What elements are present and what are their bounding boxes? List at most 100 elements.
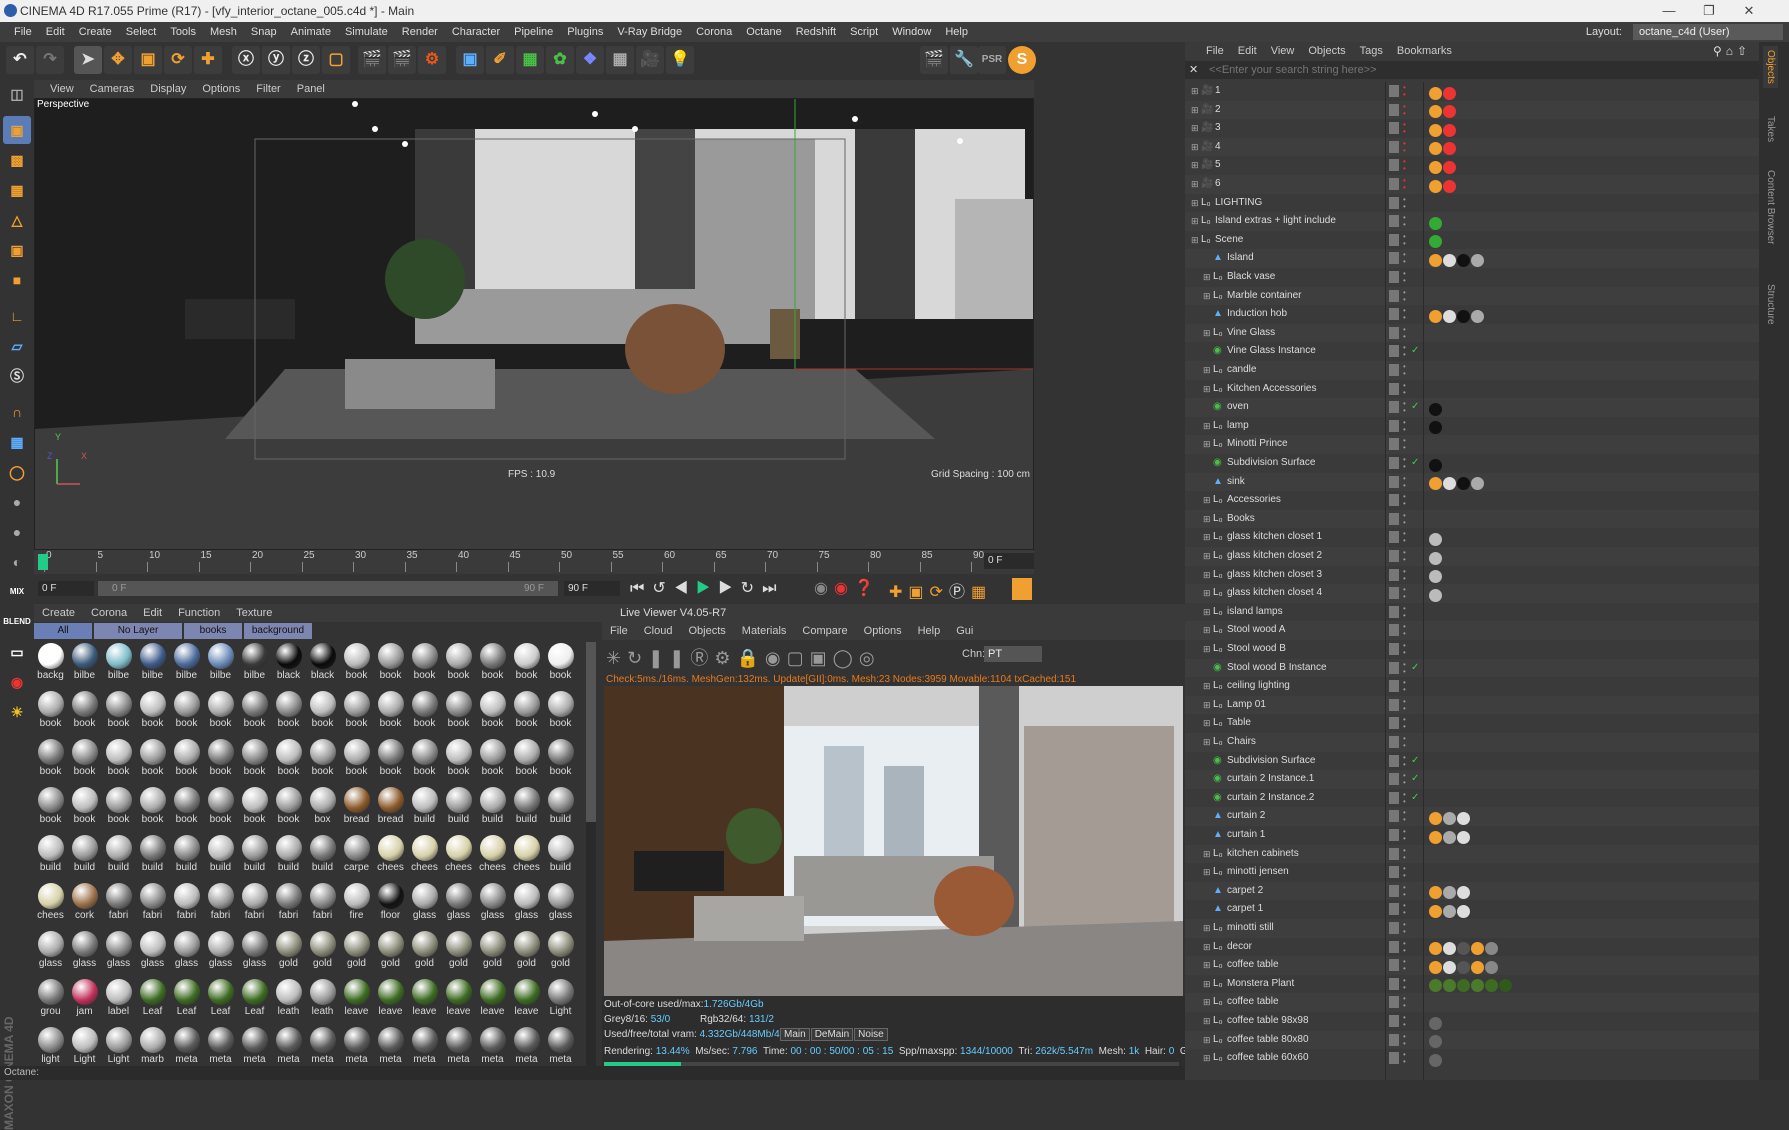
material-swatch[interactable]: bilbe: [104, 642, 133, 686]
visibility-toggle-icon[interactable]: [1389, 140, 1399, 153]
lv-send-scene-icon[interactable]: ✳: [606, 648, 627, 668]
key-param-icon[interactable]: Ⓟ: [949, 584, 971, 601]
search-close-icon[interactable]: ✕: [1189, 61, 1198, 79]
render-dots-icon[interactable]: • •: [1403, 716, 1406, 731]
visibility-toggle-icon[interactable]: [1389, 419, 1399, 432]
material-swatch[interactable]: book: [478, 738, 507, 782]
material-swatch[interactable]: leave: [478, 978, 507, 1022]
expand-toggle-icon[interactable]: ⊞: [1203, 380, 1211, 399]
visibility-toggle-icon[interactable]: [1389, 996, 1399, 1009]
object-row[interactable]: ⊞ L₀ LIGHTING • •: [1185, 194, 1759, 213]
visibility-toggle-icon[interactable]: [1389, 345, 1399, 358]
material-swatch[interactable]: box: [308, 786, 337, 830]
material-swatch[interactable]: fabri: [308, 882, 337, 926]
material-swatch[interactable]: book: [138, 690, 167, 734]
menu-item[interactable]: Animate: [284, 22, 338, 42]
pen-spline-icon[interactable]: ✐: [486, 46, 514, 74]
menu-item[interactable]: Script: [843, 22, 885, 42]
lv-clay-icon[interactable]: ▢: [787, 648, 810, 668]
material-swatch[interactable]: gold: [342, 930, 371, 974]
object-row[interactable]: ◉ curtain 2 Instance.2 • • ✓: [1185, 789, 1759, 808]
material-swatch[interactable]: jam: [70, 978, 99, 1022]
menu-item[interactable]: Redshift: [789, 22, 843, 42]
material-swatch[interactable]: book: [444, 690, 473, 734]
object-row[interactable]: ⊞ 🎥 6 • •: [1185, 175, 1759, 194]
render-dots-icon[interactable]: • •: [1403, 232, 1406, 247]
object-row[interactable]: ⊞ 🎥 4 • •: [1185, 137, 1759, 157]
render-dots-icon[interactable]: • •: [1403, 1032, 1406, 1047]
up-arrow-icon[interactable]: ⇧: [1737, 44, 1751, 58]
home-icon[interactable]: ⌂: [1726, 44, 1737, 58]
visibility-toggle-icon[interactable]: [1389, 457, 1399, 469]
material-swatch[interactable]: glass: [172, 930, 201, 974]
expand-toggle-icon[interactable]: ⊞: [1203, 1012, 1211, 1031]
object-menu-item[interactable]: File: [1199, 45, 1231, 57]
material-tag-icon[interactable]: [1443, 979, 1456, 993]
key-rotation-icon[interactable]: ⟳: [930, 584, 949, 601]
material-swatch[interactable]: leave: [376, 978, 405, 1022]
material-tag-icon[interactable]: [1429, 551, 1442, 565]
render-dots-icon[interactable]: • •: [1403, 753, 1406, 768]
rotate-tool-icon[interactable]: ⟳: [164, 46, 192, 74]
object-row[interactable]: ▲ carpet 1 • •: [1185, 900, 1759, 919]
material-swatch[interactable]: book: [240, 738, 269, 782]
material-swatch[interactable]: book: [342, 690, 371, 734]
pass-tab[interactable]: Noise: [854, 1028, 888, 1041]
object-row[interactable]: ⊞ L₀ Vine Glass • •: [1185, 323, 1759, 343]
snap-mode-icon[interactable]: Ⓢ: [3, 362, 31, 390]
material-swatch[interactable]: book: [36, 690, 65, 734]
enabled-check-icon[interactable]: ✓: [1411, 398, 1419, 417]
visibility-toggle-icon[interactable]: [1389, 289, 1399, 302]
live-viewer-menu-item[interactable]: File: [602, 625, 636, 637]
render-dots-icon[interactable]: • •: [1403, 790, 1406, 805]
visibility-toggle-icon[interactable]: [1389, 364, 1399, 376]
render-dots-icon[interactable]: • •: [1403, 623, 1406, 638]
menu-item[interactable]: Tools: [163, 22, 203, 42]
material-tag-icon[interactable]: [1457, 309, 1470, 323]
material-tag-icon[interactable]: [1429, 532, 1442, 546]
material-swatch[interactable]: fabri: [240, 882, 269, 926]
visibility-toggle-icon[interactable]: [1389, 438, 1399, 451]
material-tag-icon[interactable]: [1429, 179, 1442, 193]
material-tag-icon[interactable]: [1485, 942, 1498, 956]
autokey-icon[interactable]: ◉: [834, 580, 854, 597]
material-tag-icon[interactable]: [1471, 309, 1484, 323]
render-dots-icon[interactable]: • •: [1403, 325, 1406, 340]
material-swatch[interactable]: book: [342, 738, 371, 782]
expand-toggle-icon[interactable]: ⊞: [1203, 566, 1211, 585]
material-tag-icon[interactable]: [1485, 979, 1498, 993]
play-icon[interactable]: ▶: [696, 580, 718, 597]
render-dots-icon[interactable]: • •: [1403, 214, 1406, 229]
expand-toggle-icon[interactable]: ⊞: [1203, 621, 1211, 640]
material-swatch[interactable]: Leaf: [138, 978, 167, 1022]
viewport-menu-item[interactable]: Filter: [248, 83, 288, 95]
material-swatch[interactable]: Light: [104, 1026, 133, 1070]
render-dots-icon[interactable]: • •: [1403, 958, 1406, 973]
material-swatch[interactable]: glass: [70, 930, 99, 974]
material-swatch[interactable]: gold: [546, 930, 575, 974]
material-tag-icon[interactable]: [1457, 886, 1470, 900]
material-tag-icon[interactable]: [1443, 830, 1456, 844]
render-dots-icon[interactable]: • •: [1403, 1051, 1406, 1066]
psr-icon[interactable]: PSR: [978, 46, 1006, 74]
material-swatch[interactable]: build: [512, 786, 541, 830]
expand-toggle-icon[interactable]: ⊞: [1203, 584, 1211, 603]
material-swatch[interactable]: gold: [376, 930, 405, 974]
material-swatch[interactable]: book: [36, 786, 65, 830]
material-swatch[interactable]: floor: [376, 882, 405, 926]
visibility-toggle-icon[interactable]: [1389, 959, 1399, 972]
material-tag-icon[interactable]: [1429, 1016, 1442, 1030]
material-swatch[interactable]: fabri: [138, 882, 167, 926]
layout-selector[interactable]: Layout: octane_c4d (User): [1579, 22, 1789, 42]
locked-workplane-icon[interactable]: ◯: [3, 458, 31, 486]
render-preview[interactable]: [604, 686, 1183, 996]
render-dots-icon[interactable]: • •: [1403, 735, 1406, 750]
scale-tool-icon[interactable]: ▣: [134, 46, 162, 74]
expand-toggle-icon[interactable]: ⊞: [1203, 993, 1211, 1012]
material-swatch[interactable]: gold: [512, 930, 541, 974]
visibility-toggle-icon[interactable]: [1389, 717, 1399, 730]
material-swatch[interactable]: light: [36, 1026, 65, 1070]
expand-toggle-icon[interactable]: ⊞: [1191, 82, 1199, 101]
expand-toggle-icon[interactable]: ⊞: [1203, 845, 1211, 864]
material-swatch[interactable]: black: [274, 642, 303, 686]
